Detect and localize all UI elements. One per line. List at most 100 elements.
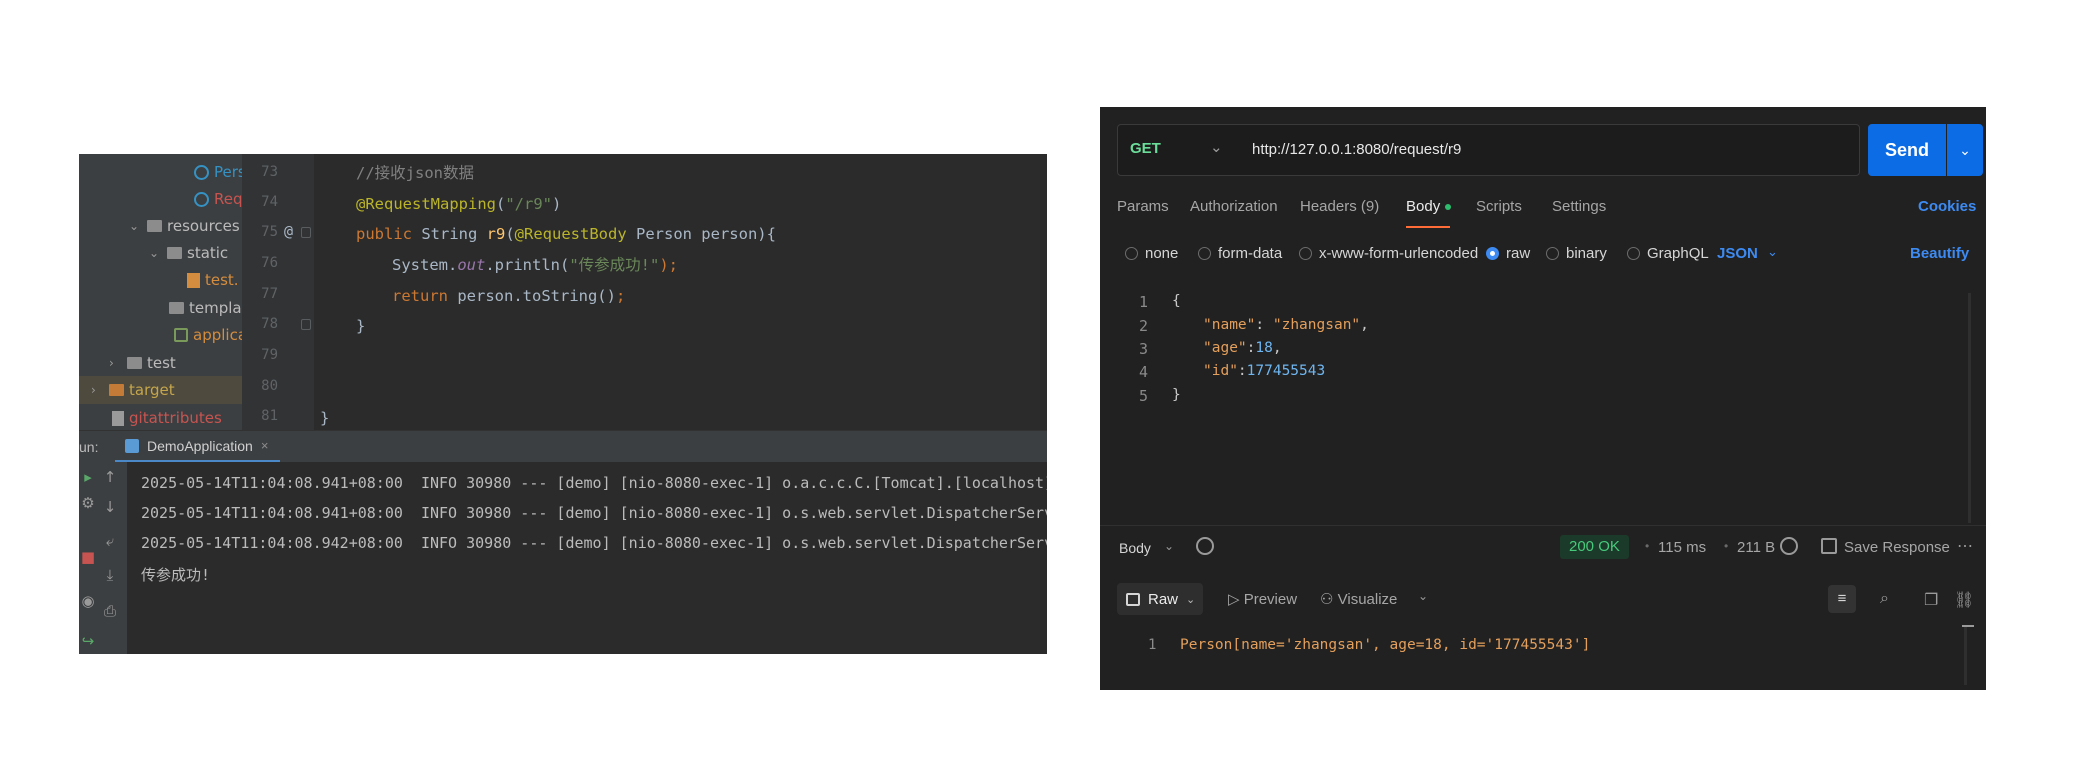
- status-badge: 200 OK: [1560, 535, 1629, 559]
- tree-item-static[interactable]: ⌄ static: [149, 239, 228, 267]
- code-line-78: }: [356, 317, 366, 335]
- radio-icon: [1546, 247, 1559, 260]
- tree-item-gitattributes[interactable]: gitattributes: [112, 404, 222, 430]
- code-line-74: @RequestMapping("/r9"): [356, 195, 562, 213]
- history-icon[interactable]: [1196, 537, 1214, 555]
- log-line: 2025-05-14T11:04:08.942+08:00 INFO 30980…: [141, 534, 1047, 552]
- response-scrollbar[interactable]: [1964, 625, 1967, 685]
- globe-icon[interactable]: [1780, 537, 1798, 555]
- body-type-form-data[interactable]: form-data: [1198, 245, 1282, 262]
- tab-settings[interactable]: Settings: [1552, 198, 1606, 215]
- rerun-icon[interactable]: ▸: [79, 468, 97, 486]
- chevron-down-icon[interactable]: ⌄: [1164, 539, 1174, 553]
- class-icon: [194, 164, 209, 180]
- wrap-lines-icon[interactable]: ≡: [1828, 585, 1856, 613]
- scrollbar-thumb[interactable]: [1962, 625, 1974, 627]
- folder-icon: [109, 384, 124, 396]
- beautify-button[interactable]: Beautify: [1910, 245, 1969, 262]
- run-tab-demoapplication[interactable]: DemoApplication ×: [115, 431, 281, 463]
- line-number: 2: [1138, 317, 1148, 335]
- raw-format-selector[interactable]: JSON: [1717, 245, 1758, 262]
- fold-marker-icon[interactable]: [301, 227, 311, 238]
- tab-scripts[interactable]: Scripts: [1476, 198, 1522, 215]
- tree-item-test[interactable]: › test: [109, 349, 176, 377]
- line-number: 3: [1138, 340, 1148, 358]
- search-icon[interactable]: ⌕: [1880, 590, 1889, 608]
- html-file-icon: [187, 272, 200, 288]
- line-number: 1: [1148, 637, 1157, 653]
- link-icon[interactable]: ⛓: [1954, 590, 1974, 610]
- tree-item-test-html[interactable]: test.: [187, 266, 239, 294]
- code-line-73: //接收json数据: [356, 164, 474, 182]
- print-icon[interactable]: ⎙: [101, 602, 119, 620]
- request-url-bar: GET ⌄ http://127.0.0.1:8080/request/r9: [1117, 124, 1860, 176]
- visualize-button[interactable]: ⚇ Visualize: [1320, 590, 1397, 608]
- tab-headers[interactable]: Headers (9): [1300, 198, 1379, 215]
- code-editor[interactable]: //接收json数据 @RequestMapping("/r9") public…: [314, 154, 1047, 430]
- raw-icon: [1126, 592, 1140, 606]
- body-type-graphql[interactable]: GraphQL: [1627, 245, 1709, 262]
- play-icon: ▷: [1228, 591, 1244, 608]
- chevron-down-icon[interactable]: ⌄: [1767, 244, 1778, 260]
- tree-item-target[interactable]: › target: [79, 376, 242, 404]
- copy-icon[interactable]: ❐: [1924, 590, 1938, 610]
- radio-selected-icon: [1486, 247, 1499, 260]
- tab-authorization[interactable]: Authorization: [1190, 198, 1278, 215]
- line-number: 80: [261, 378, 278, 394]
- run-label: un:: [79, 439, 99, 455]
- chevron-down-icon[interactable]: ⌄: [1418, 589, 1428, 603]
- more-options-icon[interactable]: ⋯: [1957, 536, 1973, 556]
- mapping-gutter-icon[interactable]: @: [284, 222, 293, 240]
- log-line: 2025-05-14T11:04:08.941+08:00 INFO 30980…: [141, 474, 1047, 492]
- response-text: Person[name='zhangsan', age=18, id='1774…: [1180, 637, 1591, 653]
- modified-dot-icon: [1445, 204, 1452, 211]
- exit-icon[interactable]: ↪: [79, 632, 97, 650]
- tree-item-templates[interactable]: templat: [169, 294, 242, 322]
- cookies-link[interactable]: Cookies: [1918, 198, 1976, 215]
- console-output[interactable]: 2025-05-14T11:04:08.941+08:00 INFO 30980…: [127, 462, 1047, 654]
- radio-icon: [1627, 247, 1640, 260]
- preview-button[interactable]: ▷ Preview: [1228, 590, 1297, 608]
- fold-marker-icon[interactable]: [301, 319, 311, 330]
- send-button[interactable]: Send: [1868, 124, 1946, 176]
- method-selector[interactable]: GET: [1130, 140, 1161, 157]
- json-line: {: [1172, 293, 1181, 309]
- camera-icon[interactable]: ◉: [79, 592, 97, 610]
- line-number: 77: [261, 286, 278, 302]
- url-input[interactable]: http://127.0.0.1:8080/request/r9: [1252, 141, 1461, 158]
- line-number: 4: [1138, 363, 1148, 381]
- arrow-up-icon[interactable]: ↑: [101, 468, 119, 486]
- stop-icon[interactable]: ■: [79, 548, 97, 566]
- run-panel-header: un: DemoApplication ×: [79, 430, 1047, 463]
- soft-wrap-icon[interactable]: ⤶: [101, 532, 119, 550]
- body-type-none[interactable]: none: [1125, 245, 1178, 262]
- send-options-chevron-icon[interactable]: ⌄: [1947, 124, 1983, 176]
- editor-scrollbar[interactable]: [1968, 293, 1971, 523]
- chevron-right-icon: ›: [109, 356, 114, 370]
- tree-item-application-yml[interactable]: applica: [174, 321, 242, 349]
- body-type-binary[interactable]: binary: [1546, 245, 1607, 262]
- arrow-down-icon[interactable]: ↓: [101, 498, 119, 516]
- request-body-editor[interactable]: 1 2 3 4 5 { "name": "zhangsan", "age":18…: [1100, 289, 1986, 525]
- body-type-urlencoded[interactable]: x-www-form-urlencoded: [1299, 245, 1478, 262]
- radio-icon: [1198, 247, 1211, 260]
- tree-item-request-class[interactable]: Requ: [194, 185, 242, 213]
- editor-gutter: 73 74 75 76 77 78 79 80 81 @: [242, 154, 314, 430]
- tree-item-person-class[interactable]: Pers: [194, 158, 242, 186]
- response-view-selector[interactable]: Body: [1119, 540, 1151, 556]
- save-response-button[interactable]: Save Response: [1844, 539, 1950, 556]
- chevron-down-icon[interactable]: ⌄: [1210, 138, 1223, 156]
- close-icon[interactable]: ×: [261, 438, 269, 453]
- body-type-raw[interactable]: raw: [1486, 245, 1530, 262]
- response-status-bar: Body ⌄ 200 OK • 115 ms • 211 B Save Resp…: [1100, 525, 1986, 577]
- tab-body[interactable]: Body: [1406, 198, 1452, 215]
- scroll-to-end-icon[interactable]: ⤓: [101, 566, 119, 584]
- save-icon[interactable]: [1821, 538, 1837, 554]
- raw-view-button[interactable]: Raw ⌄: [1117, 583, 1203, 615]
- tab-params[interactable]: Params: [1117, 198, 1169, 215]
- response-body[interactable]: 1 Person[name='zhangsan', age=18, id='17…: [1100, 627, 1986, 690]
- settings-icon[interactable]: ⚙: [79, 494, 97, 512]
- chevron-down-icon: ⌄: [149, 246, 160, 260]
- separator-dot: •: [1724, 539, 1729, 553]
- tree-item-resources[interactable]: ⌄ resources: [129, 212, 240, 240]
